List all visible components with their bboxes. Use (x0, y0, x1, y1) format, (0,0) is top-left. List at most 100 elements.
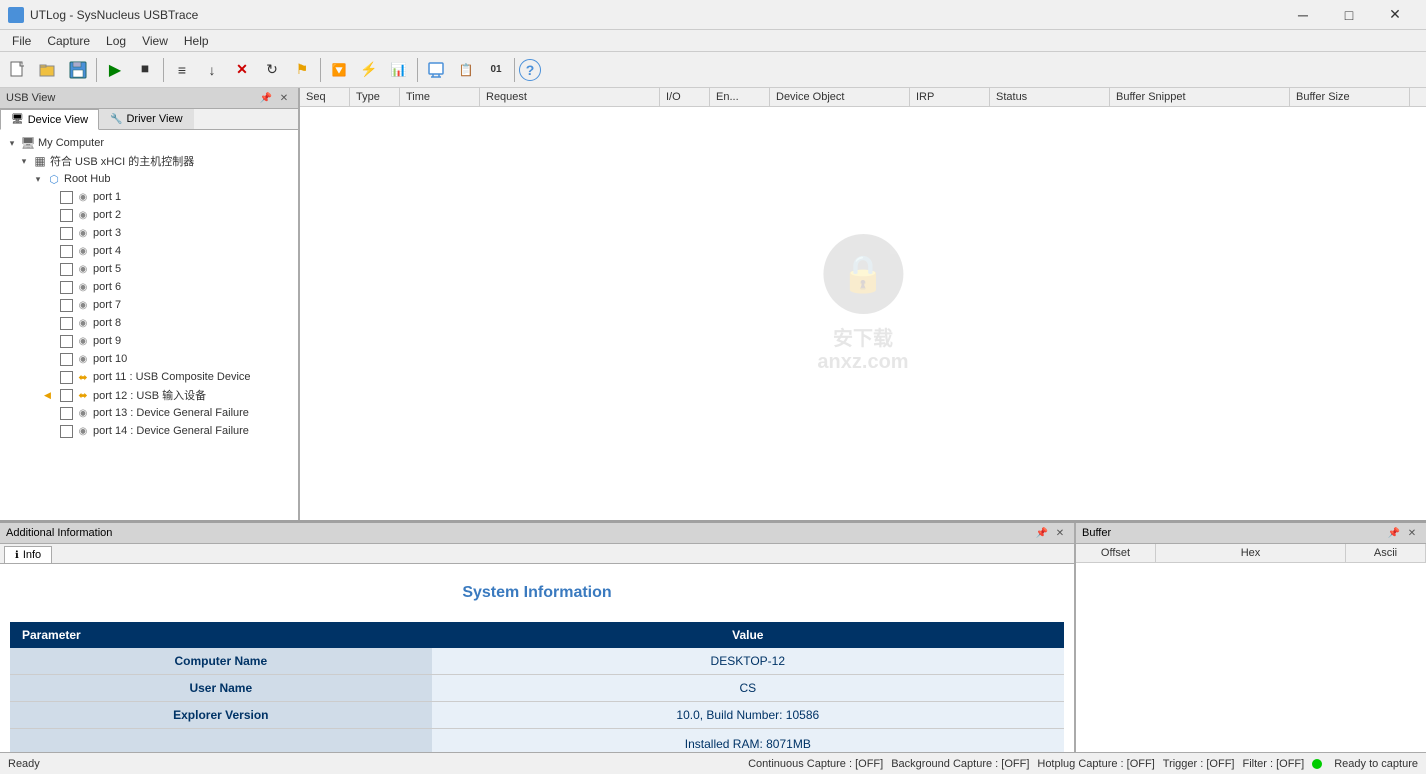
checkbox-port-9[interactable] (60, 335, 73, 348)
usb-view-close[interactable]: ✕ (276, 90, 292, 106)
checkbox-port-14[interactable] (60, 425, 73, 438)
buf-col-offset: Offset (1076, 544, 1156, 562)
tree-item-port-10[interactable]: ◉ port 10 (0, 350, 298, 368)
info-tabs: ℹ Info (0, 544, 1074, 564)
tab-info[interactable]: ℹ Info (4, 546, 52, 563)
additional-info-titlebar: Additional Information 📌 ✕ (0, 523, 1074, 544)
tree-item-port-12[interactable]: ◀ ⬌ port 12 : USB 输入设备 (0, 386, 298, 404)
tree-label-computer: My Computer (38, 137, 104, 149)
status-ready: Ready (8, 758, 40, 770)
port-icon: ◉ (75, 207, 91, 223)
tree-item-port-4[interactable]: ◉ port 4 (0, 242, 298, 260)
menu-help[interactable]: Help (176, 32, 217, 50)
buffer-pin[interactable]: 📌 (1386, 525, 1402, 541)
checkbox-port-11[interactable] (60, 371, 73, 384)
tree-item-port-1[interactable]: ◉ port 1 (0, 188, 298, 206)
tree-item-port-8[interactable]: ◉ port 8 (0, 314, 298, 332)
additional-info-close[interactable]: ✕ (1052, 525, 1068, 541)
status-right: Continuous Capture : [OFF] Background Ca… (748, 758, 1418, 770)
checkbox-port-2[interactable] (60, 209, 73, 222)
filter-button[interactable]: 🔽 (325, 56, 353, 84)
help-button[interactable]: ? (519, 59, 541, 81)
hexdec-button[interactable]: 01 (482, 56, 510, 84)
checkbox-port-7[interactable] (60, 299, 73, 312)
stats-button[interactable]: 📊 (385, 56, 413, 84)
maximize-button[interactable]: □ (1326, 0, 1372, 30)
trigger-button[interactable]: ⚡ (355, 56, 383, 84)
bookmark-button[interactable]: ⚑ (288, 56, 316, 84)
save-button[interactable] (64, 56, 92, 84)
additional-info-pin[interactable]: 📌 (1034, 525, 1050, 541)
tree-item-port-2[interactable]: ◉ port 2 (0, 206, 298, 224)
tree-item-port-7[interactable]: ◉ port 7 (0, 296, 298, 314)
col-io: I/O (660, 88, 710, 106)
buffer-panel: Buffer 📌 ✕ Offset Hex Ascii (1076, 523, 1426, 752)
tree-item-port-5[interactable]: ◉ port 5 (0, 260, 298, 278)
capture-status-indicator (1312, 759, 1322, 769)
usb-settings-button[interactable] (422, 56, 450, 84)
checkbox-port-3[interactable] (60, 227, 73, 240)
checkbox-port-12[interactable] (60, 389, 73, 402)
arrow-down-button[interactable]: ↓ (198, 56, 226, 84)
new-button[interactable] (4, 56, 32, 84)
sys-info-content[interactable]: System Information Parameter Value Compu… (0, 564, 1074, 752)
col-request: Request (480, 88, 660, 106)
col-type: Type (350, 88, 400, 106)
tree-view[interactable]: ▾ 🖥 My Computer ▾ ▦ 符合 USB xHCI 的主机控制器 ▾… (0, 130, 298, 520)
col-time: Time (400, 88, 480, 106)
checkbox-port-1[interactable] (60, 191, 73, 204)
usb-view-pin[interactable]: 📌 (258, 90, 274, 106)
checkbox-port-8[interactable] (60, 317, 73, 330)
sys-info-title: System Information (10, 584, 1064, 602)
watermark-text: 安下载anxz.com (817, 322, 908, 374)
tree-item-port-13[interactable]: ◉ port 13 : Device General Failure (0, 404, 298, 422)
col-bufsnip: Buffer Snippet (1110, 88, 1290, 106)
list-button[interactable]: ≡ (168, 56, 196, 84)
value-user-name: CS (432, 675, 1064, 702)
close-button[interactable]: ✕ (1372, 0, 1418, 30)
buffer-close[interactable]: ✕ (1404, 525, 1420, 541)
tree-item-my-computer[interactable]: ▾ 🖥 My Computer (0, 134, 298, 152)
open-button[interactable] (34, 56, 62, 84)
checkbox-port-5[interactable] (60, 263, 73, 276)
tree-item-port-11[interactable]: ⬌ port 11 : USB Composite Device (0, 368, 298, 386)
delete-button[interactable]: ✕ (228, 56, 256, 84)
port-icon: ◉ (75, 243, 91, 259)
checkbox-port-6[interactable] (60, 281, 73, 294)
toolbar: ▶ ⏹ ≡ ↓ ✕ ↻ ⚑ 🔽 ⚡ 📊 📋 01 ? (0, 52, 1426, 88)
tree-item-port-6[interactable]: ◉ port 6 (0, 278, 298, 296)
status-filter: Filter : [OFF] (1242, 758, 1304, 770)
refresh-button[interactable]: ↻ (258, 56, 286, 84)
tree-item-root-hub[interactable]: ▾ ⬡ Root Hub (0, 170, 298, 188)
export-button[interactable]: 📋 (452, 56, 480, 84)
port-icon: ◉ (75, 333, 91, 349)
tree-label-root-hub: Root Hub (64, 173, 110, 185)
menu-log[interactable]: Log (98, 32, 134, 50)
col-devobj: Device Object (770, 88, 910, 106)
status-hotplug-capture: Hotplug Capture : [OFF] (1037, 758, 1154, 770)
checkbox-port-4[interactable] (60, 245, 73, 258)
menu-view[interactable]: View (134, 32, 176, 50)
tree-item-port-14[interactable]: ◉ port 14 : Device General Failure (0, 422, 298, 440)
checkbox-port-10[interactable] (60, 353, 73, 366)
port-icon: ◉ (75, 189, 91, 205)
param-computer-name: Computer Name (10, 648, 432, 675)
log-area[interactable]: Seq Type Time Request I/O En... Device O… (300, 88, 1426, 520)
menu-capture[interactable]: Capture (39, 32, 98, 50)
menu-file[interactable]: File (4, 32, 39, 50)
table-row-user-name: User Name CS (10, 675, 1064, 702)
title-bar-controls: ─ □ ✕ (1280, 0, 1418, 30)
tab-device-view[interactable]: 🖥 Device View (0, 109, 99, 130)
stop-button[interactable]: ⏹ (131, 56, 159, 84)
minimize-button[interactable]: ─ (1280, 0, 1326, 30)
checkbox-port-13[interactable] (60, 407, 73, 420)
table-header-value: Value (432, 622, 1064, 648)
tree-item-port-3[interactable]: ◉ port 3 (0, 224, 298, 242)
tree-item-controller[interactable]: ▾ ▦ 符合 USB xHCI 的主机控制器 (0, 152, 298, 170)
start-capture-button[interactable]: ▶ (101, 56, 129, 84)
usb-view-label: USB View (6, 92, 55, 104)
status-background-capture: Background Capture : [OFF] (891, 758, 1029, 770)
tree-item-port-9[interactable]: ◉ port 9 (0, 332, 298, 350)
tab-driver-view[interactable]: 🔧 Driver View (99, 109, 193, 129)
usb-tabs: 🖥 Device View 🔧 Driver View (0, 109, 298, 130)
